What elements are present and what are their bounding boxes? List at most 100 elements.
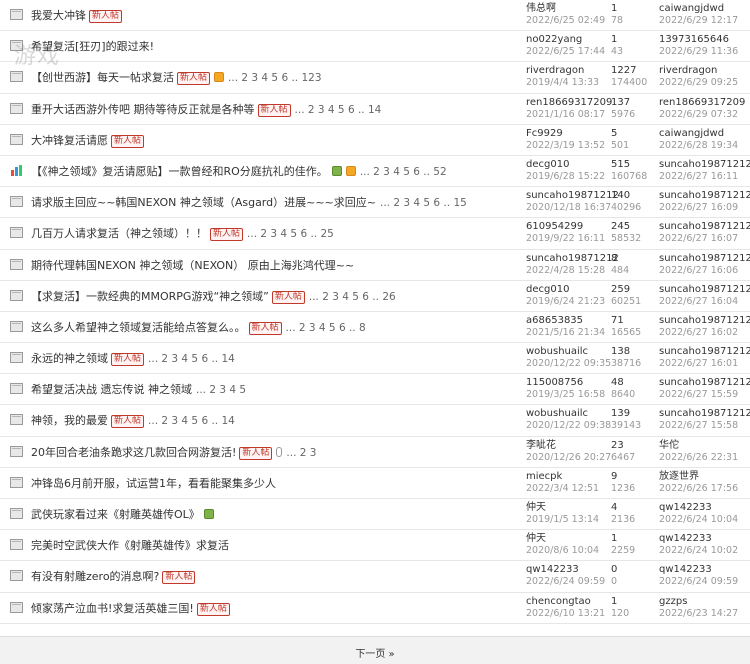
last-poster[interactable]: 放逐世界 [659, 471, 749, 483]
last-poster[interactable]: suncaho19871212 [659, 377, 750, 389]
last-poster[interactable]: suncaho19871212 [659, 408, 750, 420]
post-date: 2022/6/24 09:59 [526, 576, 606, 588]
last-poster[interactable]: suncaho19871212 [659, 315, 750, 327]
page-links[interactable]: ... 2 3 4 5 6 .. 14 [148, 353, 235, 365]
author-name[interactable]: wobushuailc [526, 346, 608, 358]
author-name[interactable]: 仲天 [526, 502, 608, 514]
thread-title-link[interactable]: 20年回合老油条跪求这几款回合网游复活! [31, 446, 236, 459]
thread-row: 完美时空武侠大作《射雕英雄传》求复活 仲天 2020/8/6 10:04 1 2259 q… [0, 530, 750, 562]
last-poster[interactable]: caiwangjdwd [659, 128, 749, 140]
thread-title-link[interactable]: 神领，我的最爱 [31, 414, 108, 427]
thread-title-link[interactable]: 期待代理韩国NEXON 神之领域（NEXON） 原由上海兆鸿代理~~ [31, 259, 354, 272]
page-links[interactable]: ... 2 3 4 5 6 .. 15 [380, 197, 467, 209]
thread-title-cell: 神领，我的最爱 新人帖... 2 3 4 5 6 .. 14 [31, 412, 235, 429]
reply-count: 23 [611, 439, 624, 451]
page-links[interactable]: ... 2 3 [286, 447, 316, 459]
author-cell: miecpk 2022/3/4 12:51 [526, 471, 608, 495]
last-poster[interactable]: 华佗 [659, 440, 749, 452]
author-name[interactable]: suncaho19871212 [526, 190, 619, 202]
page-links[interactable]: ... 2 3 4 5 6 .. 25 [247, 228, 334, 240]
page-links[interactable]: ... 2 3 4 5 [196, 384, 246, 396]
last-poster[interactable]: qw142233 [659, 502, 749, 514]
last-poster[interactable]: suncaho19871212 [659, 159, 750, 171]
author-name[interactable]: no022yang [526, 34, 608, 46]
thread-title-link[interactable]: 有没有射雕zero的消息啊? [31, 570, 159, 583]
page-links[interactable]: ... 2 3 4 5 6 .. 52 [360, 166, 447, 178]
thread-title-cell: 20年回合老油条跪求这几款回合网游复活! 新人帖 ... 2 3 [31, 444, 316, 460]
author-name[interactable]: decg010 [526, 159, 608, 171]
page-links[interactable]: ... 2 3 4 5 6 .. 14 [295, 104, 382, 116]
last-poster[interactable]: ren18669317209 [659, 97, 749, 109]
thread-title-link[interactable]: 【创世西游】每天一帖求复活 [31, 71, 174, 84]
thread-title-link[interactable]: 完美时空武侠大作《射雕英雄传》求复活 [31, 539, 229, 552]
new-user-badge: 新人帖 [89, 10, 123, 23]
author-name[interactable]: riverdragon [526, 65, 608, 77]
thread-title-link[interactable]: 这么多人希望神之领域复活能给点答复么。。 [31, 321, 246, 334]
paperclip-icon [276, 446, 283, 457]
last-poster[interactable]: 13973165646 [659, 34, 749, 46]
author-name[interactable]: Fc9929 [526, 128, 608, 140]
last-poster[interactable]: gzzps [659, 596, 749, 608]
last-poster[interactable]: suncaho19871212 [659, 284, 750, 296]
thread-title-link[interactable]: 大冲锋复活请愿 [31, 134, 108, 147]
thread-folder-icon [10, 445, 23, 457]
author-name[interactable]: ren18669317209 [526, 97, 612, 109]
thread-folder-icon [10, 539, 23, 551]
author-name[interactable]: 伟总啊 [526, 3, 608, 15]
thread-title-link[interactable]: 永远的神之领域 [31, 352, 108, 365]
thread-folder-icon [10, 196, 23, 208]
last-poster[interactable]: suncaho19871212 [659, 221, 750, 233]
author-name[interactable]: 李呲花 [526, 440, 608, 452]
last-poster[interactable]: suncaho19871212 [659, 253, 750, 265]
view-count: 8640 [611, 389, 636, 401]
thread-title-link[interactable]: 倾家荡产泣血书!求复活英雄三国! [31, 602, 194, 615]
thread-folder-icon [10, 414, 23, 426]
author-name[interactable]: wobushuailc [526, 408, 608, 420]
last-post-date: 2022/6/27 16:09 [659, 202, 739, 214]
view-count: 60251 [611, 295, 642, 307]
author-name[interactable]: 610954299 [526, 221, 608, 233]
last-poster[interactable]: qw142233 [659, 533, 749, 545]
thread-title-link[interactable]: 请求版主回应~~韩国NEXON 神之领域（Asgard）进展~~~求回应~ [31, 196, 376, 209]
page-links[interactable]: ... 2 3 4 5 6 .. 14 [148, 415, 235, 427]
author-name[interactable]: chencongtao [526, 596, 608, 608]
author-name[interactable]: 115008756 [526, 377, 608, 389]
thread-title-link[interactable]: 几百万人请求复活（神之领域）！！ [31, 227, 207, 240]
thread-title-link[interactable]: 冲锋岛6月前开服，试运营1年，看看能聚集多少人 [31, 477, 276, 490]
author-name[interactable]: qw142233 [526, 564, 608, 576]
last-post-date: 2022/6/24 10:04 [659, 514, 739, 525]
thread-title-link[interactable]: 【求复活】一款经典的MMORPG游戏“神之领域” [31, 290, 269, 303]
last-poster[interactable]: qw142233 [659, 564, 749, 576]
post-date: 2019/1/5 13:14 [526, 514, 600, 525]
thread-title-link[interactable]: 武侠玩家看过来《射雕英雄传OL》 [31, 508, 200, 521]
thread-title-link[interactable]: 重开大话西游外传吧 期待等待反正就是各种等 [31, 103, 255, 116]
post-date: 2019/4/4 13:33 [526, 77, 600, 89]
last-poster[interactable]: suncaho19871212 [659, 190, 750, 202]
image-attachment-icon [331, 165, 342, 176]
thread-row: 大冲锋复活请愿 新人帖 Fc9929 2022/3/19 13:52 5 501 caiwa… [0, 124, 750, 156]
page-links[interactable]: ... 2 3 4 5 6 .. 123 [228, 72, 322, 84]
author-name[interactable]: 仲天 [526, 533, 608, 545]
thread-title-link[interactable]: 我爱大冲锋 [31, 9, 86, 22]
last-post-cell: suncaho19871212 2022/6/27 16:06 [659, 253, 750, 277]
last-poster[interactable]: suncaho19871212 [659, 346, 750, 358]
page-links[interactable]: ... 2 3 4 5 6 .. 26 [309, 291, 396, 303]
author-name[interactable]: a68653835 [526, 315, 608, 327]
reply-count: 71 [611, 314, 624, 326]
reply-count: 1227 [611, 65, 637, 77]
author-name[interactable]: miecpk [526, 471, 608, 483]
view-count: 6467 [611, 451, 636, 463]
post-date: 2022/3/4 12:51 [526, 482, 600, 494]
last-post-cell: qw142233 2022/6/24 10:02 [659, 533, 749, 557]
thread-folder-icon [10, 9, 23, 20]
thread-title-link[interactable]: 【《神之领域》复活请愿贴】一款曾经和RO分庭抗礼的佳作。 [31, 165, 328, 178]
page-links[interactable]: ... 2 3 4 5 6 .. 8 [286, 322, 366, 334]
author-name[interactable]: suncaho19871212 [526, 253, 619, 265]
next-page-link[interactable]: 下一页 » [0, 645, 750, 660]
author-name[interactable]: decg010 [526, 284, 608, 296]
thread-title-link[interactable]: 希望复活决战 遗忘传说 神之领域 [31, 383, 192, 396]
last-poster[interactable]: riverdragon [659, 65, 749, 77]
thread-row: 重开大话西游外传吧 期待等待反正就是各种等 新人帖 ... 2 3 4 5 6 ..… [0, 94, 750, 125]
last-poster[interactable]: caiwangjdwd [659, 3, 749, 15]
author-cell: decg010 2019/6/28 15:22 [526, 159, 608, 183]
